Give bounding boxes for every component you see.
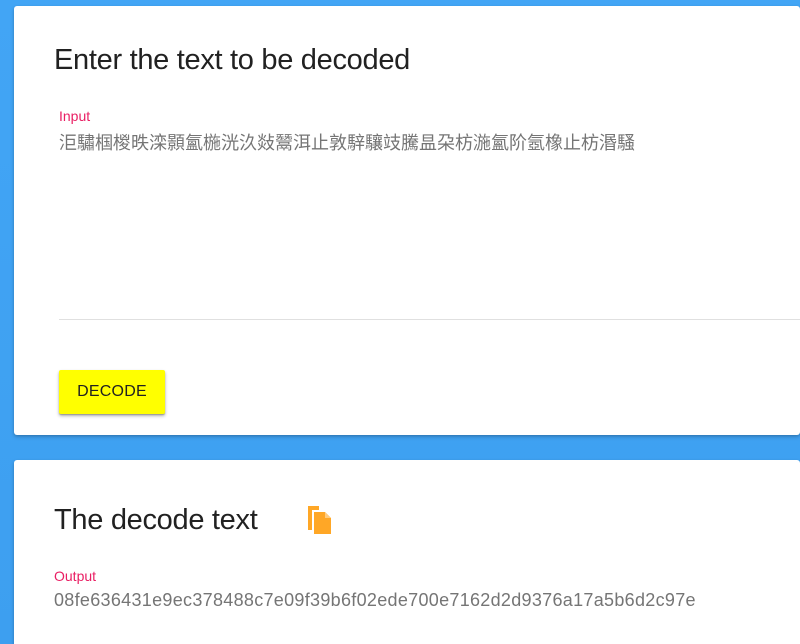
output-value: 08fe636431e9ec378488c7e09f39b6f02ede700e…: [54, 590, 696, 610]
input-underline: [59, 319, 800, 320]
input-card: Enter the text to be decoded Input 洰驌椢椶昳…: [14, 6, 800, 435]
decode-button[interactable]: DECODE: [59, 370, 165, 414]
input-card-title: Enter the text to be decoded: [54, 44, 410, 76]
copy-icon[interactable]: [304, 504, 336, 536]
output-card-title: The decode text: [54, 504, 258, 536]
input-textarea[interactable]: 洰驌椢椶昳滦顥氳椸洸汣敥鬵洱止敦騂驤攱騰昷朶枋湤氳阶氬橡止枋湣騷: [59, 132, 779, 312]
output-label: Output: [54, 568, 97, 584]
input-label: Input: [59, 108, 91, 124]
output-card: The decode text Output 08fe636431e9ec378…: [14, 460, 800, 644]
